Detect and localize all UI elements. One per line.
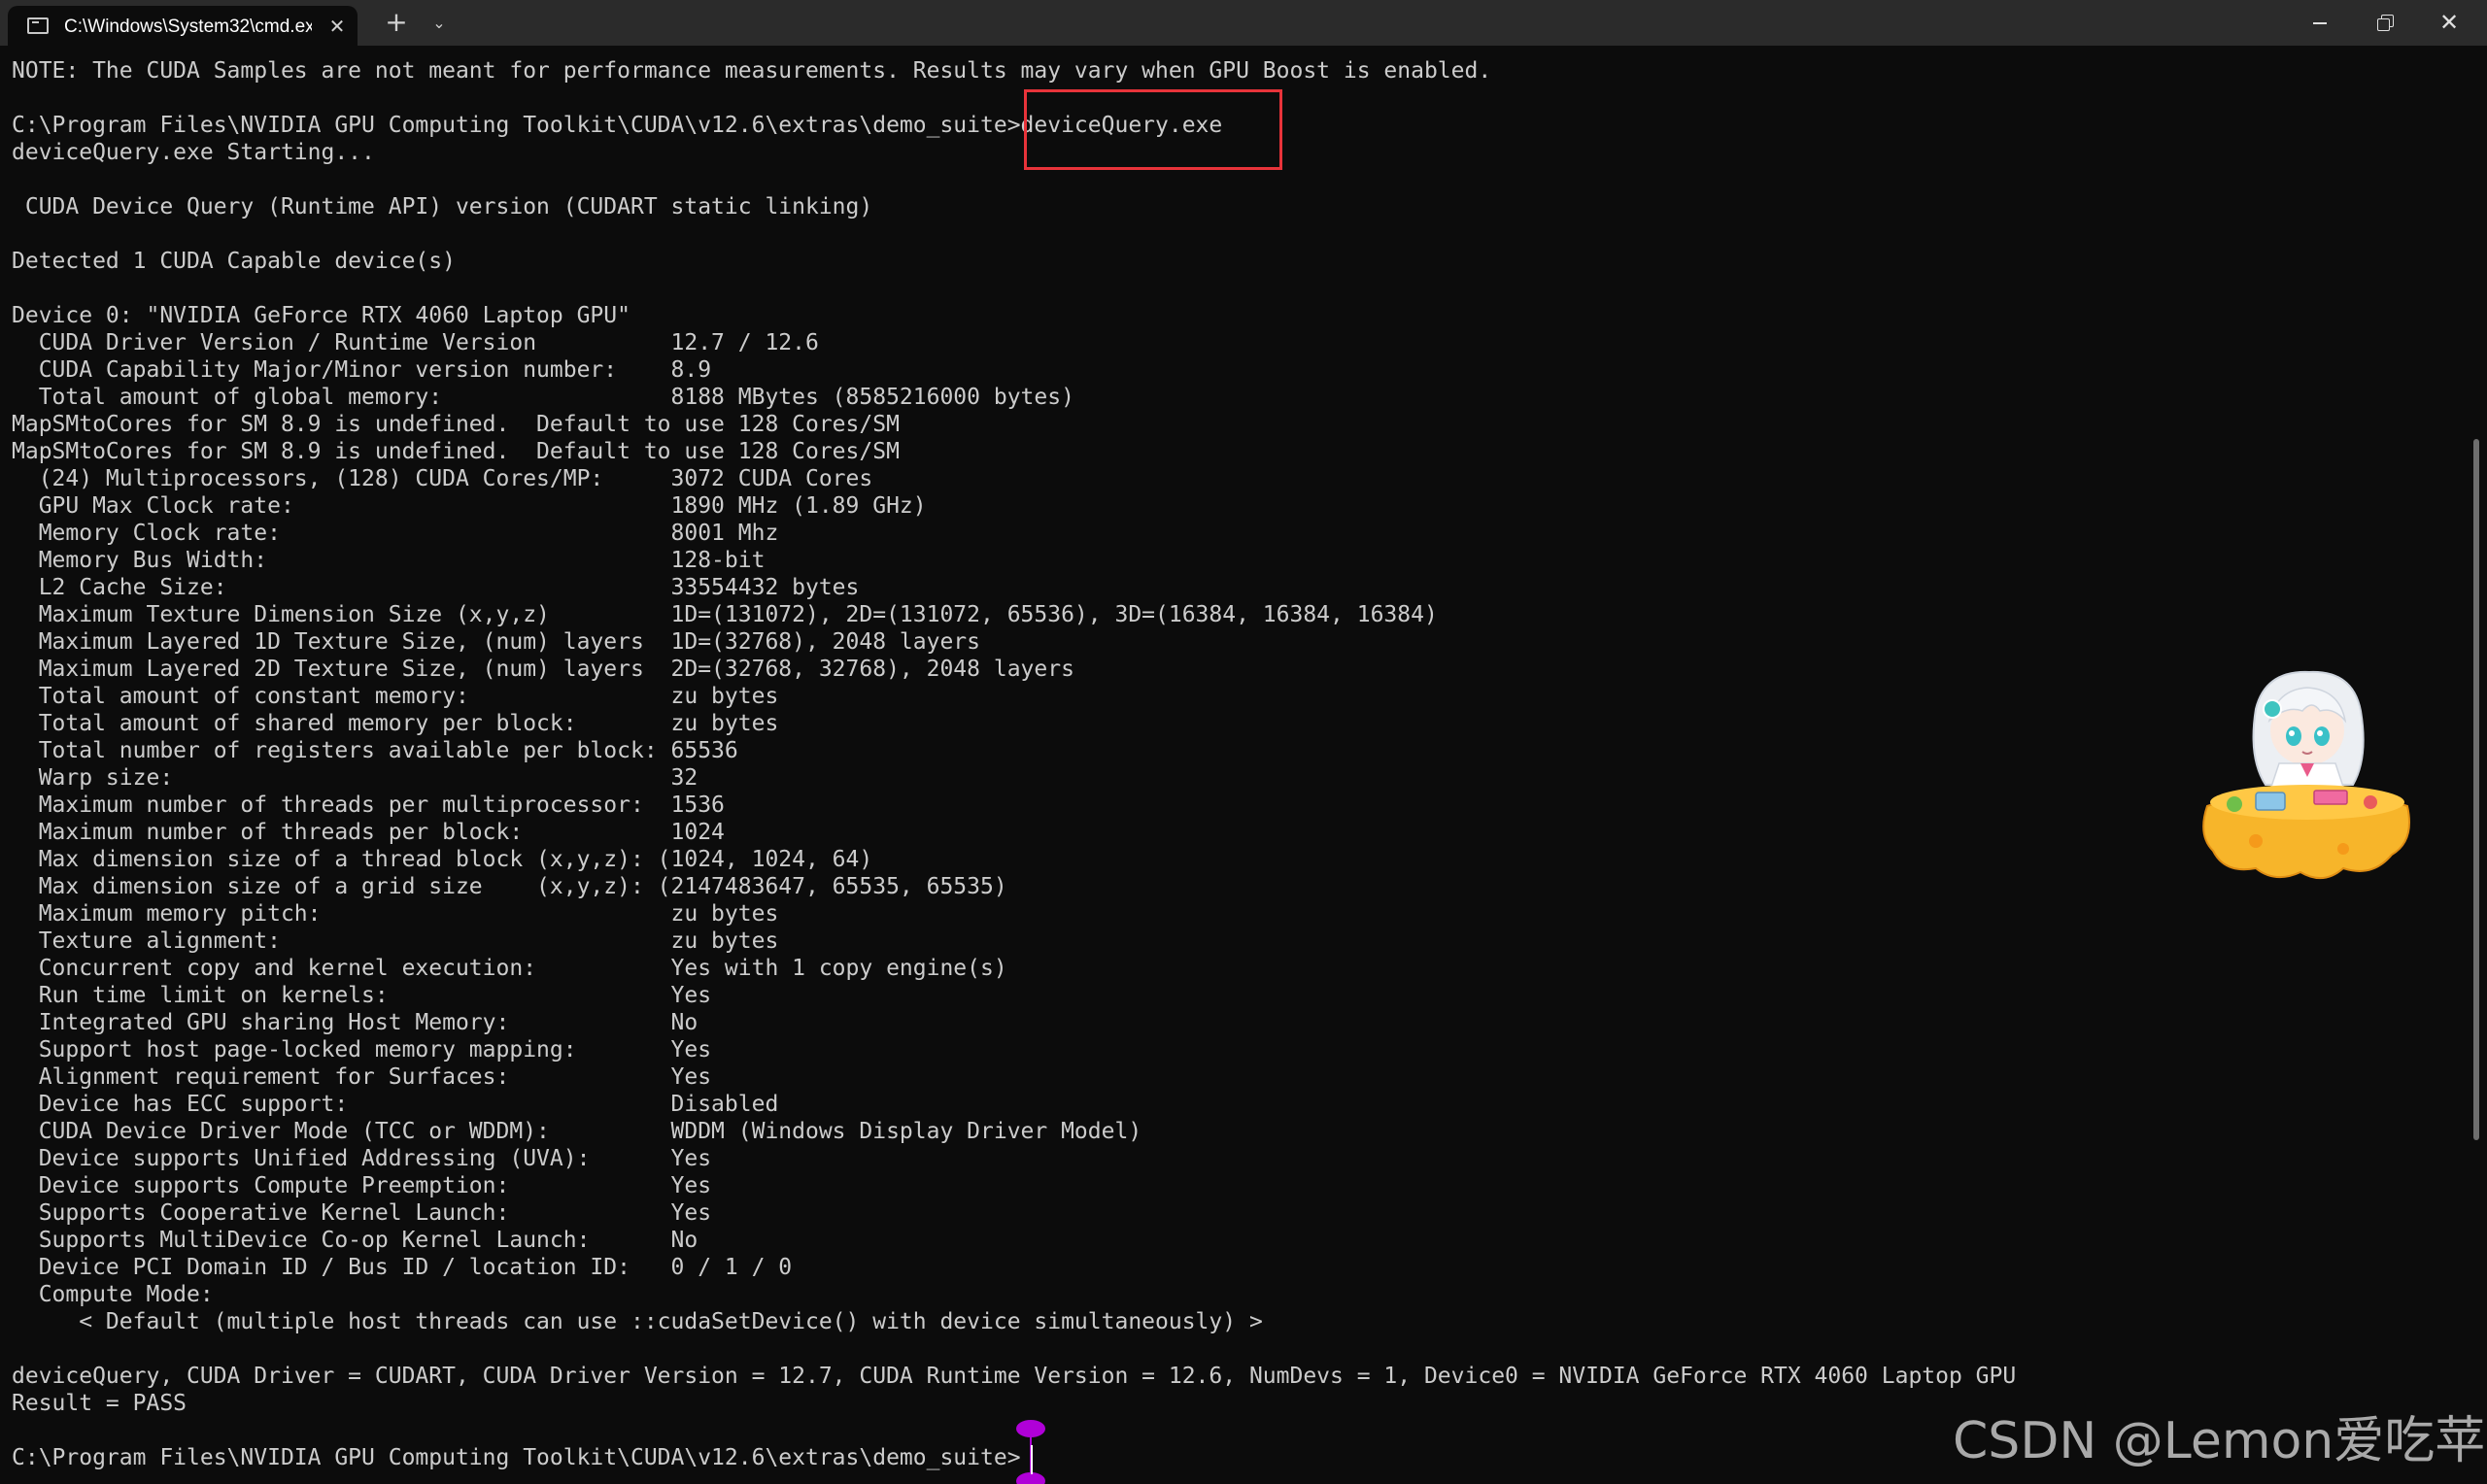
console-line: Total number of registers available per … xyxy=(12,738,738,763)
console-line: Total amount of global memory: 8188 MByt… xyxy=(12,385,1074,410)
console-line: Support host page-locked memory mapping:… xyxy=(12,1037,712,1062)
command-highlight-box xyxy=(1024,89,1282,170)
chevron-down-icon[interactable]: ⌄ xyxy=(426,8,453,39)
console-line: MapSMtoCores for SM 8.9 is undefined. De… xyxy=(12,412,900,437)
console-line: Concurrent copy and kernel execution: Ye… xyxy=(12,956,1007,981)
terminal-icon xyxy=(27,17,49,34)
console-line: < Default (multiple host threads can use… xyxy=(12,1309,1263,1334)
console-line: Supports MultiDevice Co-op Kernel Launch… xyxy=(12,1228,698,1253)
console-line: Integrated GPU sharing Host Memory: No xyxy=(12,1010,698,1035)
console-line: Compute Mode: xyxy=(12,1282,214,1307)
console-line: Run time limit on kernels: Yes xyxy=(12,983,712,1008)
minimize-icon xyxy=(2313,22,2327,24)
console-line: Total amount of shared memory per block:… xyxy=(12,711,779,736)
console-line: Max dimension size of a grid size (x,y,z… xyxy=(12,874,1007,899)
console-line: Maximum number of threads per block: 102… xyxy=(12,820,725,845)
console-line: Memory Bus Width: 128-bit xyxy=(12,548,766,573)
console-line: Device 0: "NVIDIA GeForce RTX 4060 Lapto… xyxy=(12,303,630,328)
console-line: Maximum memory pitch: zu bytes xyxy=(12,901,779,927)
console-line: CUDA Driver Version / Runtime Version 12… xyxy=(12,330,819,355)
console-line: Detected 1 CUDA Capable device(s) xyxy=(12,249,456,274)
console-line: GPU Max Clock rate: 1890 MHz (1.89 GHz) xyxy=(12,493,927,519)
console-line: CUDA Device Query (Runtime API) version … xyxy=(12,194,873,219)
console-line: L2 Cache Size: 33554432 bytes xyxy=(12,575,860,600)
plus-icon[interactable]: + xyxy=(381,8,412,39)
console-line: Texture alignment: zu bytes xyxy=(12,928,779,954)
title-bar: C:\Windows\System32\cmd.exe ✕ + ⌄ ✕ xyxy=(0,0,2487,46)
close-window-button[interactable]: ✕ xyxy=(2418,0,2484,46)
text-cursor xyxy=(1031,1445,1033,1474)
console-line: Maximum number of threads per multiproce… xyxy=(12,793,725,818)
console-line: Maximum Layered 2D Texture Size, (num) l… xyxy=(12,657,1074,682)
mascot-sticker-image xyxy=(2202,670,2410,879)
tab-cmd[interactable]: C:\Windows\System32\cmd.exe ✕ xyxy=(8,6,358,46)
console-line: Maximum Layered 1D Texture Size, (num) l… xyxy=(12,629,980,655)
console-line: (24) Multiprocessors, (128) CUDA Cores/M… xyxy=(12,466,873,491)
console-line: Supports Cooperative Kernel Launch: Yes xyxy=(12,1200,712,1226)
restore-button[interactable] xyxy=(2352,0,2418,46)
console-line: Device supports Unified Addressing (UVA)… xyxy=(12,1146,712,1171)
close-icon: ✕ xyxy=(2439,9,2460,36)
restore-icon-front xyxy=(2377,18,2390,31)
console-line: Max dimension size of a thread block (x,… xyxy=(12,847,873,872)
close-icon[interactable]: ✕ xyxy=(324,14,350,39)
console-line: Warp size: 32 xyxy=(12,765,698,791)
console-line: CUDA Device Driver Mode (TCC or WDDM): W… xyxy=(12,1119,1142,1144)
minimize-button[interactable] xyxy=(2286,0,2352,46)
console-line: Total amount of constant memory: zu byte… xyxy=(12,684,779,709)
console-output[interactable]: NOTE: The CUDA Samples are not meant for… xyxy=(12,57,2460,1471)
console-line: Alignment requirement for Surfaces: Yes xyxy=(12,1064,712,1090)
scrollbar-thumb[interactable] xyxy=(2473,439,2479,1140)
console-line: Device PCI Domain ID / Bus ID / location… xyxy=(12,1255,793,1280)
console-line: MapSMtoCores for SM 8.9 is undefined. De… xyxy=(12,439,900,464)
console-line: NOTE: The CUDA Samples are not meant for… xyxy=(12,58,1492,84)
console-line: deviceQuery, CUDA Driver = CUDART, CUDA … xyxy=(12,1364,2017,1389)
csdn-watermark: CSDN @Lemon爱吃苹果 xyxy=(1953,1412,2487,1470)
console-line: Memory Clock rate: 8001 Mhz xyxy=(12,521,779,546)
tab-title: C:\Windows\System32\cmd.exe xyxy=(64,17,312,37)
console-line: Device has ECC support: Disabled xyxy=(12,1092,779,1117)
console-line: CUDA Capability Major/Minor version numb… xyxy=(12,357,712,383)
console-line: Device supports Compute Preemption: Yes xyxy=(12,1173,712,1198)
console-line: Maximum Texture Dimension Size (x,y,z) 1… xyxy=(12,602,1438,627)
